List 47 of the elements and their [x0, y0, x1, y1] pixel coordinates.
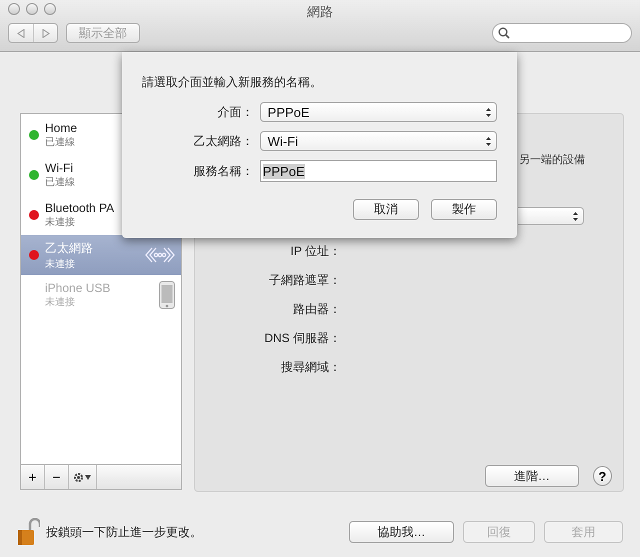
- service-name: 乙太網路: [45, 240, 94, 256]
- field-label: IP 位址：: [290, 243, 341, 260]
- service-name: Bluetooth PA: [45, 201, 116, 215]
- help-button[interactable]: ?: [592, 466, 612, 486]
- search-icon: [498, 27, 510, 39]
- service-name: Wi-Fi: [45, 161, 74, 175]
- sheet-prompt: 請選取介面並輸入新服務的名稱。: [142, 74, 323, 91]
- popup-button[interactable]: Wi-Fi: [260, 131, 497, 151]
- service-status: 已連線: [45, 136, 76, 149]
- padlock-icon[interactable]: [18, 518, 40, 546]
- window-title: 網路: [306, 3, 334, 21]
- popup-button[interactable]: [518, 207, 584, 225]
- field-label: DNS 伺服器：: [263, 330, 341, 347]
- stepper-arrows-icon: [572, 210, 579, 222]
- service-name: iPhone USB: [45, 281, 112, 295]
- sheet-button[interactable]: 取消: [353, 199, 419, 220]
- service-name-field[interactable]: PPPoE: [260, 160, 497, 182]
- field-label: 介面：: [216, 104, 255, 120]
- search-field[interactable]: [492, 23, 632, 43]
- add-button[interactable]: +: [21, 465, 45, 489]
- service-name: Home: [45, 121, 78, 135]
- advanced-button[interactable]: 進階…: [485, 465, 579, 487]
- window-control-button[interactable]: [8, 3, 20, 15]
- stepper-arrows-icon: [485, 106, 492, 118]
- sheet-button[interactable]: 製作: [431, 199, 497, 220]
- field-label: 搜尋網域：: [280, 359, 341, 376]
- field-label: 乙太網路：: [192, 132, 255, 150]
- phone-icon: [159, 281, 175, 309]
- window-control-button[interactable]: [26, 3, 38, 15]
- footer-button[interactable]: 協助我…: [349, 521, 454, 543]
- field-label: 子網路遮罩：: [268, 272, 341, 289]
- popup-button[interactable]: PPPoE: [260, 102, 497, 122]
- ethernet-icon: [145, 246, 175, 264]
- description-text: 另一端的設備: [519, 153, 586, 167]
- service-status: 未連接: [45, 216, 76, 229]
- window-control-button[interactable]: [44, 3, 56, 15]
- remove-button[interactable]: −: [45, 465, 69, 489]
- service-status: 未連接: [45, 296, 76, 309]
- field-label: 服務名稱：: [192, 162, 255, 180]
- left-triangle-icon: [17, 28, 25, 38]
- field-label: 路由器：: [292, 301, 341, 318]
- service-status: 未連接: [45, 258, 76, 270]
- lock-message: 按鎖頭一下防止進一步更改。: [46, 524, 202, 540]
- stepper-arrows-icon: [485, 136, 492, 146]
- right-triangle-icon: [42, 28, 50, 38]
- service-status: 已連線: [45, 176, 76, 189]
- gear-icon: [72, 472, 92, 482]
